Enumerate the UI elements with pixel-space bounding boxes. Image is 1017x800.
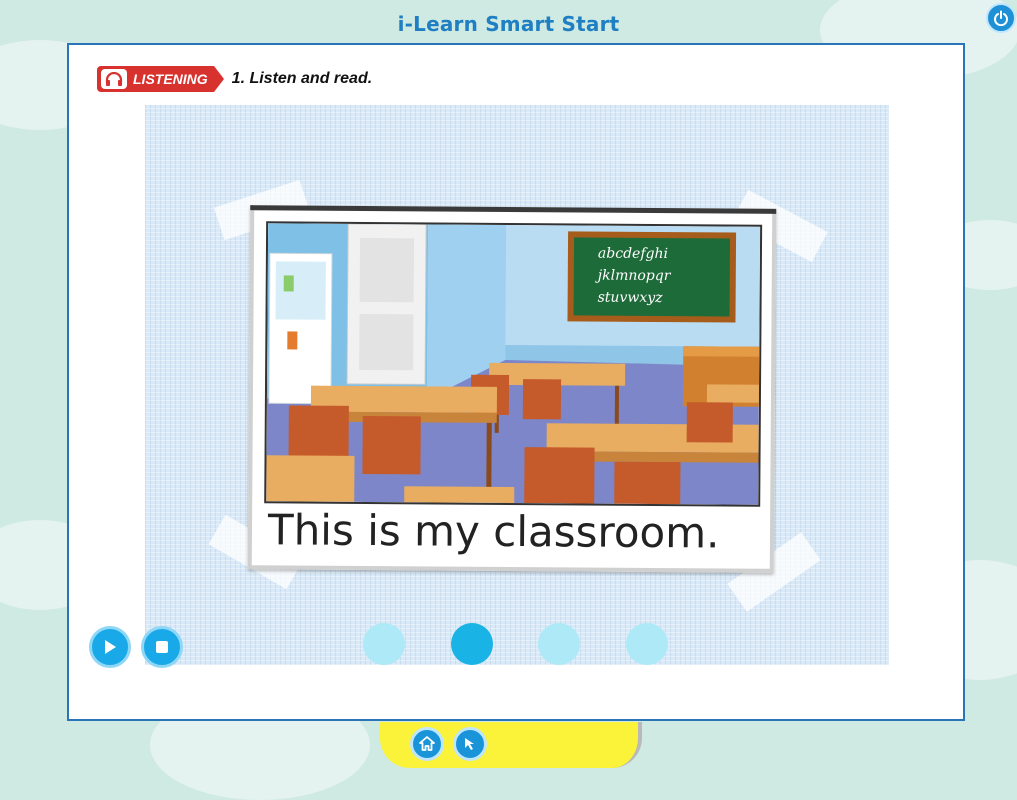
chalkboard-line: jklmnopqr: [595, 268, 672, 285]
instruction-text: 1. Listen and read.: [231, 70, 373, 87]
lesson-panel: LISTENING 1. Listen and read. abcdefghi …: [67, 43, 965, 721]
back-icon: [465, 738, 474, 750]
page-dot-4[interactable]: [626, 623, 668, 665]
back-button[interactable]: [453, 727, 487, 761]
play-button[interactable]: [89, 626, 131, 668]
chalkboard-line: stuvwxyz: [598, 290, 664, 306]
page-dot-3[interactable]: [538, 623, 580, 665]
instruction-bar: LISTENING 1. Listen and read.: [97, 65, 372, 93]
photo-card: abcdefghi jklmnopqr stuvwxyz This is my …: [247, 205, 777, 573]
badge-label: LISTENING: [133, 71, 208, 87]
listening-badge: LISTENING: [97, 66, 224, 92]
app-title: i-Learn Smart Start: [397, 12, 620, 36]
classroom-illustration: abcdefghi jklmnopqr stuvwxyz: [264, 221, 763, 507]
play-icon: [105, 640, 116, 654]
caption-text: This is my classroom.: [267, 505, 720, 558]
scene-background: abcdefghi jklmnopqr stuvwxyz This is my …: [145, 105, 889, 665]
power-button[interactable]: [986, 3, 1016, 33]
stop-icon: [156, 641, 168, 653]
home-icon: [419, 736, 435, 751]
page-dot-2[interactable]: [451, 623, 493, 665]
home-button[interactable]: [410, 727, 444, 761]
stop-button[interactable]: [141, 626, 183, 668]
power-icon: [994, 10, 1008, 26]
headphones-icon: [101, 69, 127, 89]
page-dot-1[interactable]: [363, 623, 405, 665]
chalkboard-line: abcdefghi: [598, 246, 668, 262]
